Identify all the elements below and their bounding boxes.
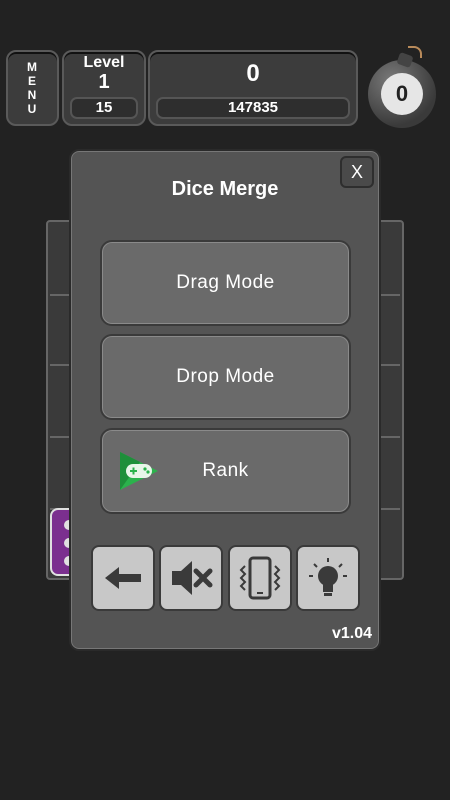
bomb-count: 0 bbox=[381, 73, 423, 115]
grid-line bbox=[380, 436, 400, 438]
level-value: 1 bbox=[98, 71, 110, 93]
back-button[interactable] bbox=[91, 545, 155, 611]
rank-label: Rank bbox=[202, 460, 249, 481]
grid-line bbox=[380, 364, 400, 366]
best-score: 147835 bbox=[156, 97, 350, 119]
sound-toggle-button[interactable] bbox=[159, 545, 223, 611]
drag-mode-label: Drag Mode bbox=[176, 272, 275, 293]
score-value: 0 bbox=[246, 60, 260, 87]
drop-mode-button[interactable]: Drop Mode bbox=[100, 334, 351, 420]
phone-vibrate-icon bbox=[239, 556, 281, 600]
score-panel: 0 147835 bbox=[148, 50, 358, 126]
grid-line bbox=[380, 294, 400, 296]
menu-button[interactable]: M E N U bbox=[6, 50, 59, 126]
version-label: v1.04 bbox=[331, 625, 372, 642]
grid-line bbox=[50, 436, 70, 438]
grid-line bbox=[50, 364, 70, 366]
arrow-left-icon bbox=[105, 567, 141, 589]
dialog-title: Dice Merge bbox=[171, 178, 279, 200]
speaker-muted-icon bbox=[172, 561, 213, 595]
bomb-button[interactable]: 0 bbox=[368, 46, 436, 128]
grid-line bbox=[380, 508, 400, 510]
game-controller-icon bbox=[120, 452, 158, 490]
rank-button[interactable]: Rank bbox=[100, 428, 351, 514]
grid-line bbox=[50, 294, 70, 296]
level-panel: Level 1 15 bbox=[62, 50, 146, 126]
level-sub-value: 15 bbox=[70, 97, 138, 119]
menu-label: M E N U bbox=[27, 60, 38, 116]
lightbulb-icon bbox=[309, 558, 347, 596]
level-label: Level bbox=[83, 54, 125, 71]
drop-mode-label: Drop Mode bbox=[176, 366, 275, 387]
vibration-toggle-button[interactable] bbox=[228, 545, 292, 611]
hint-button[interactable] bbox=[296, 545, 360, 611]
drag-mode-button[interactable]: Drag Mode bbox=[100, 240, 351, 326]
